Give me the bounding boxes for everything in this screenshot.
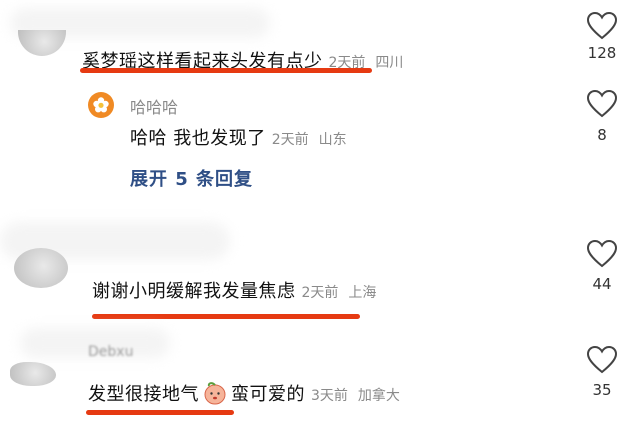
comment-body: 发型很接地气 bbox=[88, 384, 199, 405]
red-underline-annotation bbox=[80, 68, 372, 73]
avatar[interactable] bbox=[18, 30, 66, 56]
comment-body: 谢谢小明缓解我发量焦虑 bbox=[92, 281, 296, 302]
red-underline-annotation bbox=[86, 410, 234, 415]
comment-text: 发型很接地气 蛮可爱的 3天前 加拿大 bbox=[88, 380, 400, 406]
heart-outline-icon[interactable] bbox=[587, 240, 617, 268]
reply-username[interactable]: 哈哈哈 bbox=[130, 94, 178, 118]
avatar[interactable] bbox=[10, 362, 56, 386]
comment-location: 四川 bbox=[375, 55, 404, 71]
red-underline-annotation bbox=[92, 314, 360, 319]
peach-face-emoji bbox=[204, 382, 226, 405]
comment-location: 加拿大 bbox=[357, 388, 400, 404]
like-count: 8 bbox=[597, 126, 607, 144]
comment-body-continued: 蛮可爱的 bbox=[231, 384, 305, 405]
avatar[interactable] bbox=[14, 248, 68, 288]
comment-text: 谢谢小明缓解我发量焦虑 2天前 上海 bbox=[92, 277, 376, 303]
expand-replies-link[interactable]: 展开 5 条回复 bbox=[130, 165, 253, 191]
flower-icon bbox=[93, 97, 109, 113]
comment-location: 上海 bbox=[348, 285, 377, 301]
reply-avatar[interactable] bbox=[88, 92, 114, 118]
comment-time: 2天前 bbox=[301, 285, 339, 301]
reply-time: 2天前 bbox=[271, 132, 309, 148]
heart-outline-icon[interactable] bbox=[587, 12, 617, 40]
reply-body: 哈哈 我也发现了 bbox=[130, 128, 266, 149]
reply-text: 哈哈 我也发现了 2天前 山东 bbox=[130, 124, 347, 150]
reply-location: 山东 bbox=[318, 132, 347, 148]
like-count: 44 bbox=[592, 275, 612, 293]
like-count: 128 bbox=[587, 44, 617, 62]
username-handle[interactable]: Debxu bbox=[88, 344, 133, 360]
like-count: 35 bbox=[592, 381, 612, 399]
heart-outline-icon[interactable] bbox=[587, 90, 617, 118]
heart-outline-icon[interactable] bbox=[587, 346, 617, 374]
comment-time: 3天前 bbox=[311, 388, 348, 404]
